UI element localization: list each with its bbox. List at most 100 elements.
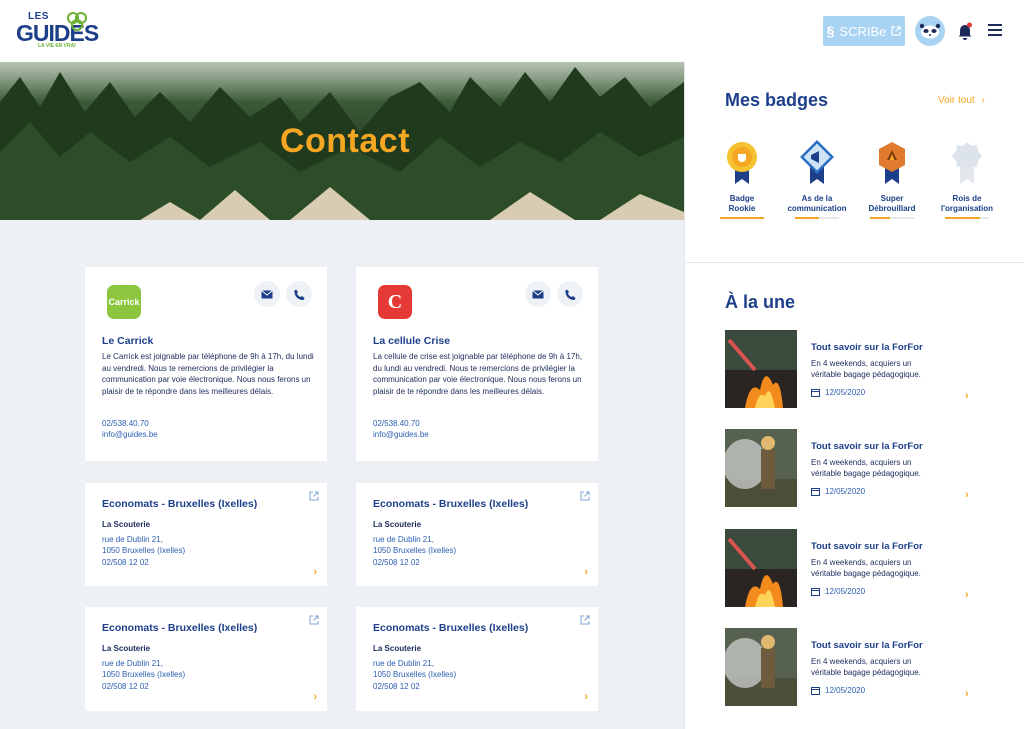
external-link-icon <box>891 26 901 36</box>
shop-city: 1050 Bruxelles (Ixelles) <box>102 546 186 555</box>
external-link-icon[interactable] <box>309 615 319 625</box>
shop-title: Economats - Bruxelles (Ixelles) <box>102 498 258 510</box>
contact-main-area: Carrick Le Carrick Le Carrick est joigna… <box>0 220 684 729</box>
shop-street: rue de Dublin 21, <box>373 535 434 544</box>
shop-store: La Scouterie <box>102 520 151 529</box>
badge-rookie[interactable]: Badge Rookie <box>712 140 772 219</box>
contact-name: Le Carrick <box>102 335 154 347</box>
scribe-label: SCRIBe <box>839 23 887 39</box>
chevron-right-icon[interactable]: › <box>965 489 969 501</box>
external-link-icon[interactable] <box>580 491 590 501</box>
chevron-right-icon[interactable]: › <box>313 566 317 578</box>
chevron-right-icon[interactable]: › <box>313 691 317 703</box>
les-guides-logo[interactable]: LES GUIDES LA VIE EN VRAI <box>14 10 99 52</box>
contact-name: La cellule Crise <box>373 335 451 347</box>
badge-progress-fill <box>870 217 890 219</box>
news-description: En 4 weekends, acquiers un véritable bag… <box>811 558 921 578</box>
external-link-icon[interactable] <box>580 615 590 625</box>
news-thumbnail-fire <box>725 529 797 607</box>
badge-progress-fill <box>720 217 764 219</box>
chevron-right-icon[interactable]: › <box>584 566 588 578</box>
bell-notification-icon[interactable] <box>957 22 973 40</box>
calendar-icon <box>811 488 820 496</box>
news-date: 12/05/2020 <box>811 587 865 596</box>
shop-city: 1050 Bruxelles (Ixelles) <box>102 670 186 679</box>
news-title-text: Tout savoir sur la ForFor <box>811 441 923 452</box>
news-title-text: Tout savoir sur la ForFor <box>811 640 923 651</box>
news-thumbnail-smoke <box>725 429 797 507</box>
cellule-crise-logo: C <box>378 285 412 319</box>
news-item[interactable]: Tout savoir sur la ForFor En 4 weekends,… <box>725 330 985 410</box>
shop-title: Economats - Bruxelles (Ixelles) <box>373 622 529 634</box>
panda-avatar-icon <box>919 23 941 39</box>
chevron-right-icon[interactable]: › <box>584 691 588 703</box>
shop-phone[interactable]: 02/508 12 02 <box>373 557 420 569</box>
calendar-icon <box>811 389 820 397</box>
shop-title: Economats - Bruxelles (Ixelles) <box>373 498 529 510</box>
mail-icon <box>261 289 273 298</box>
shop-store: La Scouterie <box>373 520 422 529</box>
news-item[interactable]: Tout savoir sur la ForFor En 4 weekends,… <box>725 529 985 609</box>
email-button[interactable] <box>254 281 280 307</box>
contact-card-carrick: Carrick Le Carrick Le Carrick est joigna… <box>85 267 327 461</box>
badge-progress <box>870 217 914 219</box>
shop-card[interactable]: Economats - Bruxelles (Ixelles) La Scout… <box>85 483 327 586</box>
see-all-label: Voir tout <box>938 95 975 106</box>
user-avatar[interactable] <box>915 16 945 46</box>
see-all-link[interactable]: Voir tout › <box>938 95 985 106</box>
contact-email[interactable]: info@guides.be <box>373 429 429 441</box>
external-link-icon[interactable] <box>309 491 319 501</box>
shop-street: rue de Dublin 21, <box>102 535 163 544</box>
calendar-icon <box>811 687 820 695</box>
contact-phone[interactable]: 02/538.40.70 <box>102 418 149 430</box>
badge-progress-fill <box>795 217 820 219</box>
shop-city: 1050 Bruxelles (Ixelles) <box>373 546 457 555</box>
news-description: En 4 weekends, acquiers un véritable bag… <box>811 657 921 677</box>
badge-organisation[interactable]: Rois de l'organisation <box>937 140 997 219</box>
shop-card[interactable]: Economats - Bruxelles (Ixelles) La Scout… <box>356 607 598 711</box>
badge-label: Rois de l'organisation <box>940 194 994 213</box>
shop-phone[interactable]: 02/508 12 02 <box>102 557 149 569</box>
badge-medal-icon <box>727 142 757 184</box>
contact-email[interactable]: info@guides.be <box>102 429 158 441</box>
shop-store: La Scouterie <box>102 644 151 653</box>
badge-fire-icon <box>879 142 905 184</box>
shop-title: Economats - Bruxelles (Ixelles) <box>102 622 258 634</box>
scribe-button[interactable]: § SCRIBe <box>823 16 905 46</box>
phone-icon <box>564 289 575 300</box>
badge-progress <box>720 217 764 219</box>
badge-locked-icon <box>952 142 982 184</box>
contact-phone[interactable]: 02/538.40.70 <box>373 418 420 430</box>
email-button[interactable] <box>525 281 551 307</box>
shop-card[interactable]: Economats - Bruxelles (Ixelles) La Scout… <box>85 607 327 711</box>
phone-icon <box>293 289 304 300</box>
shop-street: rue de Dublin 21, <box>373 659 434 668</box>
news-item[interactable]: Tout savoir sur la ForFor En 4 weekends,… <box>725 628 985 708</box>
badge-progress <box>945 217 989 219</box>
divider <box>685 262 1024 263</box>
news-date: 12/05/2020 <box>811 686 865 695</box>
badge-progress <box>795 217 839 219</box>
menu-burger-icon[interactable] <box>988 24 1002 36</box>
news-item[interactable]: Tout savoir sur la ForFor En 4 weekends,… <box>725 429 985 509</box>
shop-phone[interactable]: 02/508 12 02 <box>102 681 149 693</box>
badge-communication[interactable]: As de la communication <box>787 140 847 219</box>
shop-phone[interactable]: 02/508 12 02 <box>373 681 420 693</box>
chevron-right-icon[interactable]: › <box>965 688 969 700</box>
chevron-right-icon[interactable]: › <box>965 589 969 601</box>
phone-button[interactable] <box>286 281 312 307</box>
right-sidebar: Mes badges Voir tout › Badge Rookie As de… <box>684 62 1024 729</box>
chevron-right-icon[interactable]: › <box>965 390 969 402</box>
badge-label: Super Débrouillard <box>868 194 916 213</box>
contact-card-cellule-crise: C La cellule Crise La cellule de crise e… <box>356 267 598 461</box>
shop-card[interactable]: Economats - Bruxelles (Ixelles) La Scout… <box>356 483 598 586</box>
badge-debrouillard[interactable]: Super Débrouillard <box>862 140 922 219</box>
scribe-logo-icon: § <box>826 23 835 39</box>
phone-button[interactable] <box>557 281 583 307</box>
news-date: 12/05/2020 <box>811 388 865 397</box>
news-date: 12/05/2020 <box>811 487 865 496</box>
news-thumbnail-smoke <box>725 628 797 706</box>
top-header: LES GUIDES LA VIE EN VRAI § SCRIBe <box>0 0 1024 62</box>
carrick-logo-text: Carrick <box>108 297 140 307</box>
shop-street: rue de Dublin 21, <box>102 659 163 668</box>
